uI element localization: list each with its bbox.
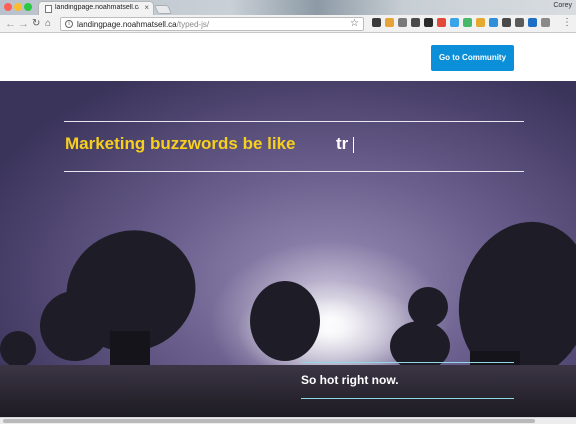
- browser-tab[interactable]: landingpage.noahmatsell.ca/typed-js ×: [38, 1, 154, 15]
- tagline-rule-top: [301, 362, 514, 363]
- close-window-button[interactable]: [4, 3, 12, 11]
- url-text[interactable]: landingpage.noahmatsell.ca/typed-js/: [77, 20, 209, 29]
- reload-icon[interactable]: ↻: [32, 17, 40, 31]
- extension-icon[interactable]: [424, 18, 433, 27]
- go-to-community-button[interactable]: Go to Community: [431, 45, 514, 71]
- extension-icons: [372, 18, 550, 27]
- back-arrow-icon[interactable]: ←: [5, 17, 16, 31]
- horizontal-scrollbar[interactable]: [0, 417, 576, 424]
- ground: [0, 365, 576, 417]
- telescope-dish: [40, 291, 110, 361]
- menu-icon[interactable]: ⋮: [562, 17, 572, 28]
- hero-section: Marketing buzzwords be like tr So hot ri…: [0, 81, 576, 417]
- url-host: landingpage.noahmatsell.ca: [77, 20, 177, 29]
- extension-icon[interactable]: [541, 18, 550, 27]
- extension-icon[interactable]: [463, 18, 472, 27]
- telescope-dish: [0, 331, 36, 367]
- address-bar[interactable]: i landingpage.noahmatsell.ca/typed-js/ ☆: [60, 17, 364, 31]
- extension-icon[interactable]: [411, 18, 420, 27]
- browser-toolbar: ← → ↻ ⌂ i landingpage.noahmatsell.ca/typ…: [0, 15, 576, 33]
- extension-icon[interactable]: [515, 18, 524, 27]
- scrollbar-thumb[interactable]: [3, 419, 535, 423]
- typing-cursor: [353, 137, 354, 153]
- extension-icon[interactable]: [372, 18, 381, 27]
- extension-icon[interactable]: [476, 18, 485, 27]
- headline-rule-bottom: [64, 171, 524, 172]
- extension-icon[interactable]: [502, 18, 511, 27]
- tab-close-icon[interactable]: ×: [144, 3, 149, 12]
- tagline-rule-bottom: [301, 398, 514, 399]
- url-path: /typed-js/: [176, 20, 210, 29]
- star-icon[interactable]: ☆: [350, 18, 359, 29]
- telescope-dish: [250, 281, 320, 361]
- tagline: So hot right now.: [301, 373, 399, 387]
- headline: Marketing buzzwords be like: [65, 134, 296, 153]
- tab-title: landingpage.noahmatsell.ca/typed-js: [55, 4, 139, 11]
- typed-text: tr: [336, 134, 349, 153]
- telescope-dish: [390, 321, 450, 371]
- headline-rule-top: [64, 121, 524, 122]
- extension-icon[interactable]: [450, 18, 459, 27]
- site-header: Go to Community: [0, 34, 576, 81]
- new-tab-button[interactable]: [153, 5, 173, 14]
- profile-name[interactable]: Corey: [553, 2, 572, 9]
- extension-icon[interactable]: [489, 18, 498, 27]
- forward-arrow-icon[interactable]: →: [18, 17, 29, 31]
- extension-icon[interactable]: [385, 18, 394, 27]
- browser-tab-bar: landingpage.noahmatsell.ca/typed-js × Co…: [0, 0, 576, 15]
- extension-icon[interactable]: [528, 18, 537, 27]
- page-favicon-icon: [45, 5, 52, 13]
- zoom-window-button[interactable]: [24, 3, 32, 11]
- extension-icon[interactable]: [437, 18, 446, 27]
- extension-icon[interactable]: [398, 18, 407, 27]
- minimize-window-button[interactable]: [14, 3, 22, 11]
- home-icon[interactable]: ⌂: [45, 17, 51, 31]
- info-icon[interactable]: i: [65, 20, 73, 28]
